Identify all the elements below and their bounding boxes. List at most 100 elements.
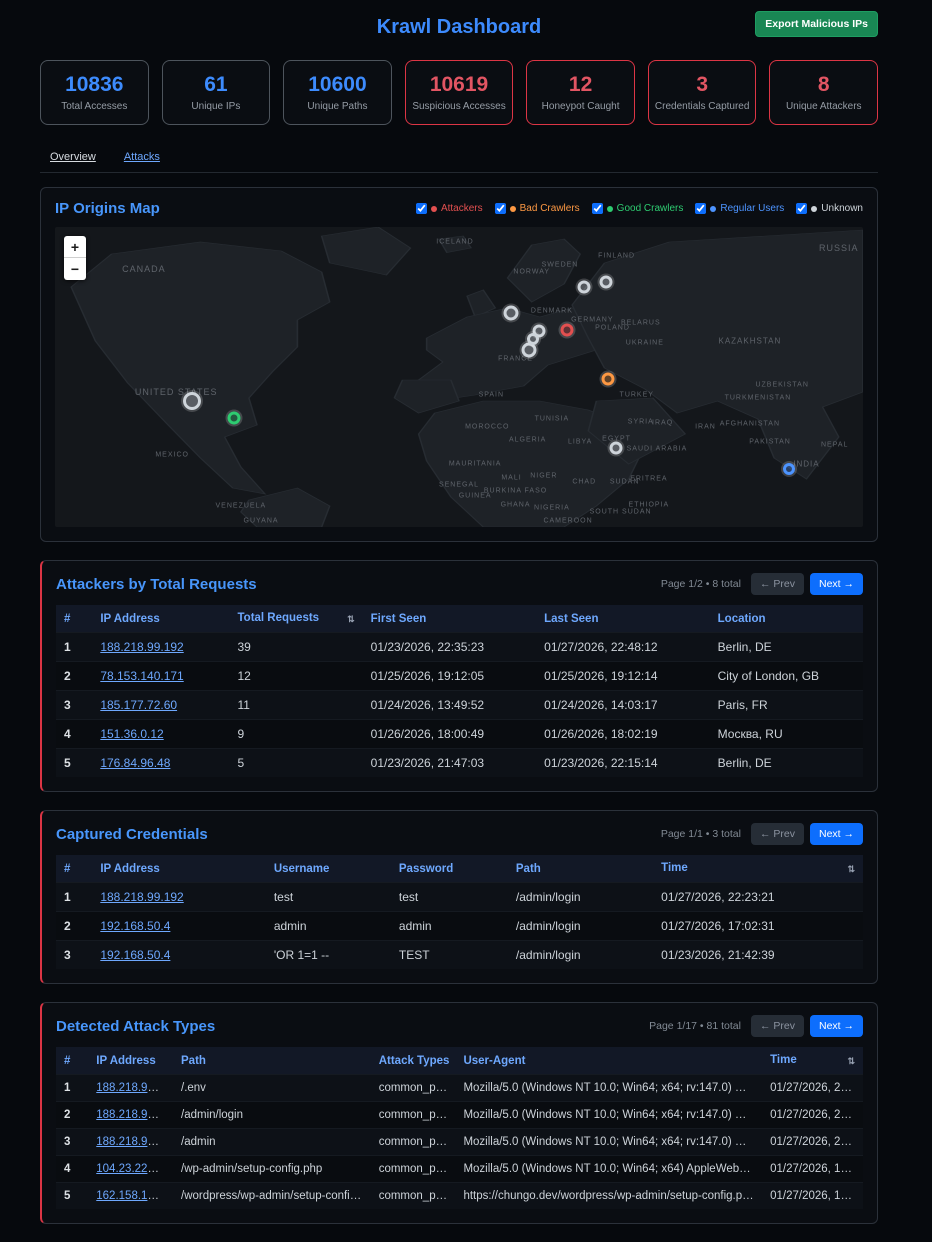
ip-link[interactable]: 188.218.99.192 bbox=[96, 1082, 173, 1094]
map-marker-unknown[interactable] bbox=[503, 305, 518, 320]
zoom-out-button[interactable]: − bbox=[64, 258, 86, 280]
map-panel-header: IP Origins Map Attackers Bad Crawlers Go… bbox=[55, 200, 863, 217]
attackers-panel: Attackers by Total Requests Page 1/2 • 8… bbox=[40, 560, 878, 792]
legend-checkbox-bad-crawlers[interactable] bbox=[495, 203, 506, 214]
column-header-attack-types[interactable]: Attack Types bbox=[371, 1047, 456, 1075]
column-header-index[interactable]: # bbox=[56, 605, 92, 633]
world-map-landmass bbox=[55, 227, 863, 527]
credentials-table: # IP Address Username Password Path Time… bbox=[56, 855, 863, 969]
map-marker-regular[interactable] bbox=[783, 463, 795, 475]
column-header-ip[interactable]: IP Address bbox=[88, 1047, 173, 1075]
legend-item-unknown: Unknown bbox=[796, 203, 863, 214]
ip-link[interactable]: 188.218.99.192 bbox=[100, 890, 183, 904]
map-marker-unknown[interactable] bbox=[600, 276, 613, 289]
next-page-button[interactable]: Next → bbox=[810, 573, 863, 595]
tab-attacks[interactable]: Attacks bbox=[124, 151, 160, 163]
cell-index: 3 bbox=[56, 1129, 88, 1156]
ip-link[interactable]: 185.177.72.60 bbox=[100, 698, 177, 712]
column-header-path[interactable]: Path bbox=[173, 1047, 371, 1075]
ip-link[interactable]: 104.23.223.128 bbox=[96, 1163, 173, 1175]
cell-location: City of London, GB bbox=[710, 662, 863, 691]
column-header-first-seen[interactable]: First Seen bbox=[363, 605, 537, 633]
cell-ip: 151.36.0.12 bbox=[92, 720, 229, 749]
map-marker-unknown[interactable] bbox=[578, 281, 591, 294]
prev-page-button[interactable]: ← Prev bbox=[751, 823, 804, 845]
legend-checkbox-regular-users[interactable] bbox=[695, 203, 706, 214]
stat-label: Unique IPs bbox=[166, 101, 267, 112]
column-header-user-agent[interactable]: User-Agent bbox=[455, 1047, 762, 1075]
cell-attack-types: common_probes bbox=[371, 1075, 456, 1102]
dashboard-page: Krawl Dashboard Export Malicious IPs 108… bbox=[40, 0, 878, 1224]
stat-card-suspicious-accesses: 10619 Suspicious Accesses bbox=[405, 60, 514, 125]
cell-password: test bbox=[391, 883, 508, 912]
column-header-path[interactable]: Path bbox=[508, 855, 653, 883]
table-row: 1 188.218.99.192 39 01/23/2026, 22:35:23… bbox=[56, 633, 863, 662]
legend-checkbox-good-crawlers[interactable] bbox=[592, 203, 603, 214]
cell-user-agent: Mozilla/5.0 (Windows NT 10.0; Win64; x64… bbox=[455, 1075, 762, 1102]
map-marker-unknown[interactable] bbox=[183, 392, 201, 410]
zoom-in-button[interactable]: + bbox=[64, 236, 86, 258]
column-header-ip[interactable]: IP Address bbox=[92, 605, 229, 633]
column-header-ip[interactable]: IP Address bbox=[92, 855, 266, 883]
sort-icon[interactable]: ⇅ bbox=[347, 614, 355, 625]
map-marker-unknown[interactable] bbox=[527, 333, 539, 345]
ip-link[interactable]: 188.218.99.192 bbox=[96, 1136, 173, 1148]
cell-index: 1 bbox=[56, 633, 92, 662]
column-header-last-seen[interactable]: Last Seen bbox=[536, 605, 710, 633]
sort-icon[interactable]: ⇅ bbox=[847, 864, 855, 875]
column-header-password[interactable]: Password bbox=[391, 855, 508, 883]
column-header-time[interactable]: Time ⇅ bbox=[653, 855, 863, 883]
column-header-username[interactable]: Username bbox=[266, 855, 391, 883]
legend-item-regular-users: Regular Users bbox=[695, 203, 784, 214]
cell-first-seen: 01/26/2026, 18:00:49 bbox=[363, 720, 537, 749]
legend-checkbox-unknown[interactable] bbox=[796, 203, 807, 214]
world-map[interactable]: + − CANADAICELANDRUSSIANORWAYSWEDENFINLA… bbox=[55, 227, 863, 527]
cell-path: /admin bbox=[173, 1129, 371, 1156]
attack-types-panel-header: Detected Attack Types Page 1/17 • 81 tot… bbox=[56, 1015, 863, 1037]
map-marker-unknown[interactable] bbox=[609, 441, 622, 454]
cell-attack-types: common_probes bbox=[371, 1156, 456, 1183]
cell-time: 01/27/2026, 22:22:54 bbox=[762, 1129, 863, 1156]
column-header-index[interactable]: # bbox=[56, 1047, 88, 1075]
ip-link[interactable]: 188.218.99.192 bbox=[100, 640, 183, 654]
sort-icon[interactable]: ⇅ bbox=[847, 1056, 855, 1067]
cell-attack-types: common_probes bbox=[371, 1102, 456, 1129]
panel-title: IP Origins Map bbox=[55, 200, 160, 217]
ip-link[interactable]: 192.168.50.4 bbox=[100, 919, 170, 933]
cell-ip: 176.84.96.48 bbox=[92, 749, 229, 778]
tab-overview[interactable]: Overview bbox=[50, 151, 96, 163]
prev-page-button[interactable]: ← Prev bbox=[751, 573, 804, 595]
column-header-time[interactable]: Time ⇅ bbox=[762, 1047, 863, 1075]
map-marker-attacker[interactable] bbox=[561, 323, 574, 336]
cell-index: 2 bbox=[56, 662, 92, 691]
panel-title: Captured Credentials bbox=[56, 826, 208, 843]
ip-link[interactable]: 78.153.140.171 bbox=[100, 669, 183, 683]
attackers-table: # IP Address Total Requests ⇅ First Seen… bbox=[56, 605, 863, 777]
map-marker-bad[interactable] bbox=[601, 372, 614, 385]
cell-index: 3 bbox=[56, 941, 92, 970]
legend-checkbox-attackers[interactable] bbox=[416, 203, 427, 214]
next-page-button[interactable]: Next → bbox=[810, 1015, 863, 1037]
export-malicious-ips-button[interactable]: Export Malicious IPs bbox=[755, 11, 878, 37]
cell-path: /wp-admin/setup-config.php bbox=[173, 1156, 371, 1183]
next-page-button[interactable]: Next → bbox=[810, 823, 863, 845]
ip-link[interactable]: 188.218.99.192 bbox=[96, 1109, 173, 1121]
prev-page-button[interactable]: ← Prev bbox=[751, 1015, 804, 1037]
ip-link[interactable]: 192.168.50.4 bbox=[100, 948, 170, 962]
cell-time: 01/27/2026, 22:26:11 bbox=[762, 1075, 863, 1102]
cell-attack-types: common_probes bbox=[371, 1183, 456, 1210]
ip-link[interactable]: 151.36.0.12 bbox=[100, 727, 163, 741]
cell-ip: 188.218.99.192 bbox=[88, 1075, 173, 1102]
credentials-pagination: Page 1/1 • 3 total ← Prev Next → bbox=[661, 823, 863, 845]
column-header-location[interactable]: Location bbox=[710, 605, 863, 633]
stat-value: 10619 bbox=[409, 72, 510, 97]
ip-link[interactable]: 162.158.182.104 bbox=[96, 1190, 173, 1202]
map-marker-good[interactable] bbox=[228, 411, 241, 424]
cell-path: /wordpress/wp-admin/setup-config.php bbox=[173, 1183, 371, 1210]
ip-link[interactable]: 176.84.96.48 bbox=[100, 756, 170, 770]
column-header-index[interactable]: # bbox=[56, 855, 92, 883]
page-title: Krawl Dashboard bbox=[40, 6, 878, 48]
cell-total-requests: 5 bbox=[230, 749, 363, 778]
column-header-total-requests[interactable]: Total Requests ⇅ bbox=[230, 605, 363, 633]
map-marker-unknown[interactable] bbox=[522, 343, 537, 358]
